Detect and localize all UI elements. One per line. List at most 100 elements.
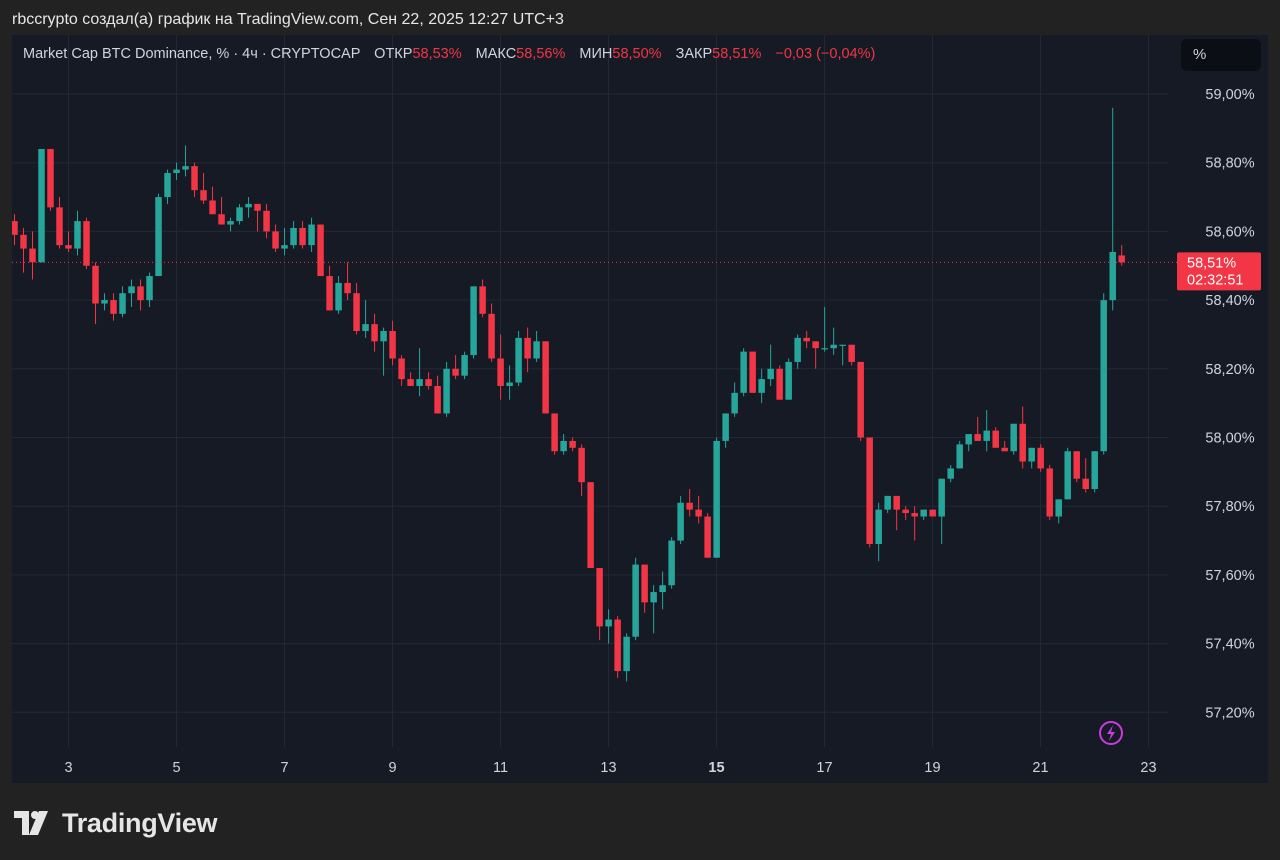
candle-body: [236, 207, 243, 222]
candle: [920, 509, 927, 520]
x-tick-label: 17: [816, 760, 832, 776]
candle: [911, 506, 918, 541]
candle-body: [677, 502, 684, 541]
candle: [794, 334, 801, 369]
candle: [452, 355, 459, 380]
candle: [659, 571, 666, 610]
x-tick-label: 15: [708, 760, 724, 776]
candle-body: [992, 430, 999, 448]
candle: [65, 231, 72, 253]
candle-body: [137, 286, 144, 301]
candle-body: [110, 300, 117, 314]
candle-body: [839, 344, 846, 346]
x-tick-label: 9: [388, 760, 396, 776]
legend-low-label: МИН: [579, 46, 613, 62]
candle: [326, 265, 333, 311]
y-tick-label: 57,80%: [1205, 499, 1254, 515]
candle: [110, 293, 117, 321]
candle: [272, 224, 279, 253]
candle: [461, 351, 468, 380]
candle-body: [326, 276, 333, 311]
x-tick-label: 19: [924, 760, 940, 776]
candle: [281, 227, 288, 256]
candle: [1028, 447, 1035, 469]
candle: [236, 203, 243, 225]
candle-body: [866, 437, 873, 544]
price-badge: 58,51% 02:32:51: [1177, 252, 1261, 291]
candle-body: [713, 440, 720, 558]
candle-body: [1064, 451, 1071, 500]
candle: [1019, 406, 1026, 469]
candle-body: [218, 214, 225, 225]
candle-body: [317, 224, 324, 277]
candle-body: [182, 166, 189, 170]
candle-body: [74, 221, 81, 249]
candle-body: [884, 495, 891, 510]
candle: [776, 365, 783, 400]
candle: [92, 262, 99, 325]
candle: [929, 509, 936, 517]
y-tick-label: 57,60%: [1205, 568, 1254, 584]
candle: [425, 372, 432, 390]
candle-body: [470, 286, 477, 356]
candlestick-chart[interactable]: 57,20% 57,40% 57,60% 57,80% 58,00% 58,20% 58,4…: [12, 35, 1268, 783]
tradingview-logo-icon: [14, 811, 48, 835]
candle-body: [452, 368, 459, 376]
y-tick-label: 58,80%: [1205, 156, 1254, 172]
tradingview-brand: TradingView: [62, 807, 218, 838]
candle-body: [740, 351, 747, 393]
candle-body: [956, 444, 963, 469]
candle: [902, 506, 909, 520]
candle: [1055, 499, 1062, 524]
candle-body: [1037, 447, 1044, 469]
candle-body: [38, 148, 45, 263]
candle-body: [119, 293, 126, 314]
legend-open-label: ОТКР: [374, 46, 413, 62]
grid-lines: [12, 35, 1168, 747]
candle-body: [191, 166, 198, 191]
candle: [623, 633, 630, 682]
percent-scale-button[interactable]: %: [1181, 39, 1261, 71]
candle-body: [596, 568, 603, 627]
candle: [173, 162, 180, 180]
candle: [1010, 423, 1017, 455]
candle-body: [20, 234, 27, 249]
candle-body: [821, 348, 828, 350]
candle-body: [173, 169, 180, 174]
candle-body: [146, 276, 153, 301]
candle: [632, 557, 639, 641]
candle-body: [659, 585, 666, 593]
x-tick-label: 21: [1032, 760, 1048, 776]
candle-body: [227, 221, 234, 225]
lightning-icon[interactable]: [1099, 721, 1123, 745]
candle: [191, 162, 198, 198]
candle-body: [362, 324, 369, 332]
candle-body: [1001, 447, 1008, 452]
candle-body: [569, 440, 576, 448]
candle: [965, 434, 972, 452]
candle: [695, 495, 702, 524]
candle-body: [389, 331, 396, 359]
candle: [1100, 293, 1107, 455]
candle: [992, 427, 999, 448]
candle-body: [983, 430, 990, 441]
chart-panel[interactable]: 57,20% 57,40% 57,60% 57,80% 58,00% 58,20% 58,4…: [12, 35, 1268, 783]
candle: [884, 495, 891, 514]
candle-body: [263, 210, 270, 232]
candle: [704, 513, 711, 558]
candle-body: [272, 231, 279, 249]
candle-body: [830, 344, 837, 349]
candle-body: [614, 619, 621, 672]
candle-body: [434, 385, 441, 414]
candle-body: [686, 502, 693, 510]
candle-body: [12, 221, 18, 235]
candle: [443, 361, 450, 417]
candle-body: [929, 509, 936, 517]
y-tick-label: 57,20%: [1205, 705, 1254, 721]
candle: [344, 262, 351, 301]
candle: [479, 279, 486, 318]
candle: [551, 413, 558, 455]
candle: [389, 320, 396, 366]
candle: [506, 365, 513, 400]
candle-body: [416, 379, 423, 386]
